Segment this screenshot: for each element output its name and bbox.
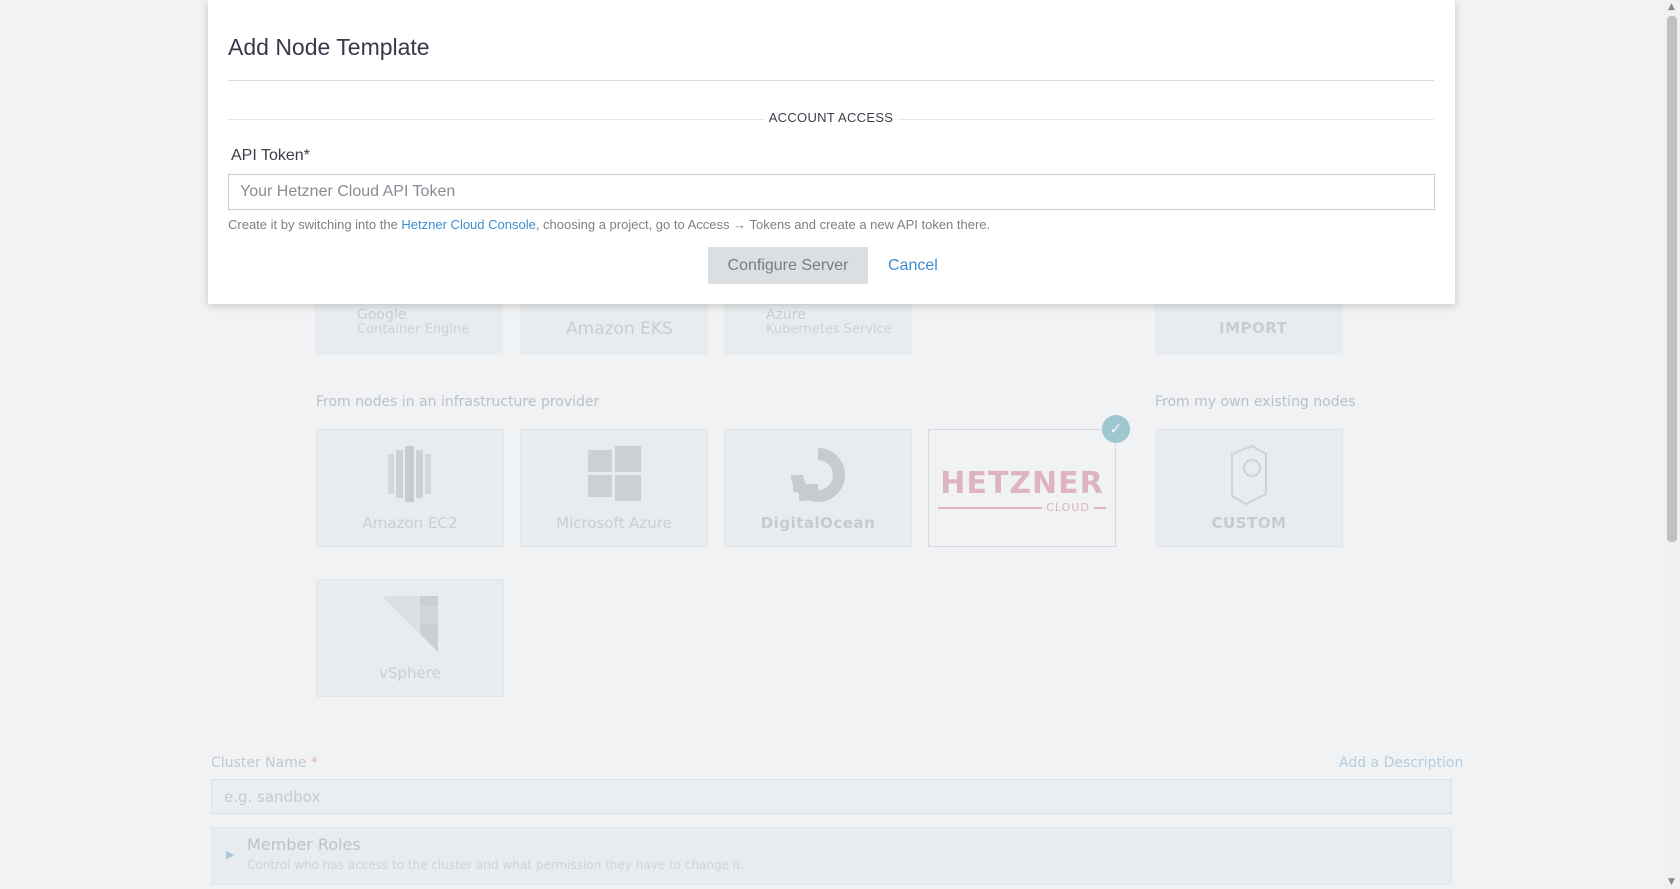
modal-title: Add Node Template (228, 34, 430, 60)
api-token-label: API Token* (231, 147, 310, 164)
help-text-before: Create it by switching into the (228, 217, 402, 232)
hetzner-cloud-console-link[interactable]: Hetzner Cloud Console (401, 217, 535, 232)
scroll-up-icon[interactable]: ▲ (1668, 2, 1675, 12)
configure-server-button[interactable]: Configure Server (708, 247, 868, 284)
account-access-divider: ACCOUNT ACCESS (228, 110, 1434, 130)
api-token-help: Create it by switching into the Hetzner … (228, 217, 990, 232)
api-token-input[interactable] (228, 174, 1435, 210)
help-text-after: , choosing a project, go to Access → Tok… (535, 217, 991, 232)
section-heading: ACCOUNT ACCESS (768, 110, 894, 125)
cancel-button[interactable]: Cancel (880, 247, 946, 284)
page-scrollbar[interactable]: ▲ ▼ (1664, 0, 1680, 889)
scroll-down-icon[interactable]: ▼ (1668, 877, 1675, 887)
title-divider (228, 80, 1434, 81)
scrollbar-thumb[interactable] (1667, 16, 1677, 542)
add-node-template-modal: Add Node Template ACCOUNT ACCESS API Tok… (208, 0, 1455, 304)
